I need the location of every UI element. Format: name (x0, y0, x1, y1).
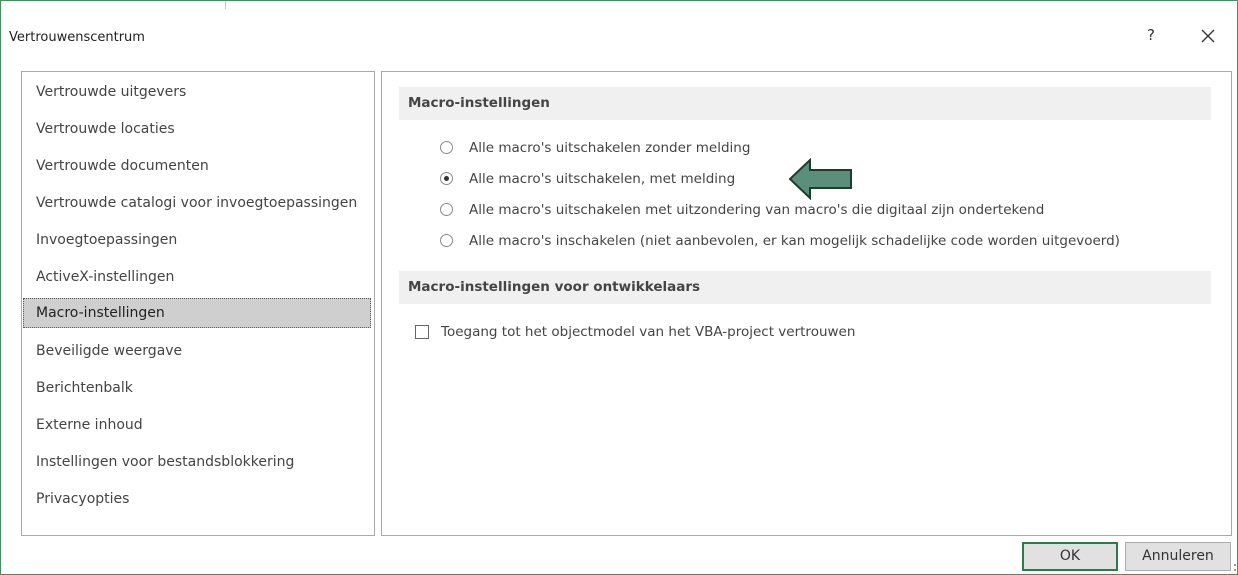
radio-label: Alle macro's uitschakelen zonder melding (469, 140, 751, 156)
help-button[interactable]: ? (1138, 26, 1164, 48)
vba-trust-label: Toegang tot het objectmodel van het VBA-… (441, 324, 856, 340)
ok-button[interactable]: OK (1022, 542, 1118, 571)
title-bar: Vertrouwenscentrum ? (1, 1, 1237, 61)
close-button[interactable] (1193, 23, 1223, 49)
cancel-button[interactable]: Annuleren (1125, 542, 1231, 571)
dialog-title: Vertrouwenscentrum (9, 30, 145, 45)
radio-circle[interactable] (440, 203, 453, 216)
close-icon (1201, 29, 1215, 43)
radio-circle-selected[interactable] (440, 172, 453, 185)
category-list: Vertrouwde uitgevers Vertrouwde locaties… (21, 71, 375, 536)
radio-circle[interactable] (440, 234, 453, 247)
radio-label: Alle macro's inschakelen (niet aanbevole… (469, 233, 1120, 249)
radio-label: Alle macro's uitschakelen, met melding (469, 171, 736, 187)
sidebar-item-trusted-publishers[interactable]: Vertrouwde uitgevers (23, 77, 371, 107)
vba-trust-checkbox[interactable] (415, 325, 429, 339)
sidebar-item-protected-view[interactable]: Beveiligde weergave (23, 336, 371, 366)
sidebar-item-trusted-documents[interactable]: Vertrouwde documenten (23, 151, 371, 181)
sidebar-item-message-bar[interactable]: Berichtenbalk (23, 373, 371, 403)
developer-settings-header: Macro-instellingen voor ontwikkelaars (399, 271, 1211, 304)
radio-label: Alle macro's uitschakelen met uitzonderi… (469, 202, 1045, 218)
trust-center-dialog: Vertrouwenscentrum ? Vertrouwde uitgever… (0, 0, 1238, 575)
sidebar-item-macro-settings[interactable]: Macro-instellingen (23, 298, 371, 328)
macro-settings-header: Macro-instellingen (399, 87, 1211, 120)
settings-panel: Macro-instellingen Alle macro's uitschak… (381, 71, 1232, 536)
sidebar-item-external-content[interactable]: Externe inhoud (23, 410, 371, 440)
radio-circle[interactable] (440, 141, 453, 154)
left-arrow-icon (788, 158, 852, 200)
sidebar-item-privacy-options[interactable]: Privacyopties (23, 484, 371, 514)
sidebar-item-addins[interactable]: Invoegtoepassingen (23, 225, 371, 255)
sidebar-item-activex-settings[interactable]: ActiveX-instellingen (23, 262, 371, 292)
sidebar-item-trusted-addin-catalogs[interactable]: Vertrouwde catalogi voor invoegtoepassin… (23, 188, 371, 218)
sidebar-item-file-block-settings[interactable]: Instellingen voor bestandsblokkering (23, 447, 371, 477)
resize-grip-icon[interactable] (1232, 563, 1237, 572)
sidebar-item-trusted-locations[interactable]: Vertrouwde locaties (23, 114, 371, 144)
